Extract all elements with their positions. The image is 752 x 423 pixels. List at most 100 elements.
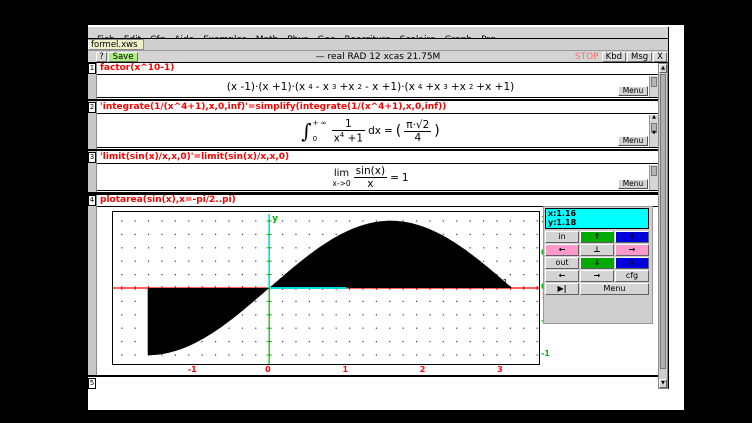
plot-canvas[interactable]: y1 (112, 211, 540, 365)
stop-button[interactable]: STOP (573, 52, 601, 62)
plot-button-out[interactable]: out (545, 257, 579, 269)
grid-dot (282, 261, 283, 262)
grid-dot (496, 301, 497, 302)
plot-button-cfg[interactable]: cfg (615, 270, 649, 282)
grid-dot (443, 220, 444, 221)
plot-button-left[interactable]: ← (545, 270, 579, 282)
grid-dot (496, 247, 497, 248)
entry-number-3[interactable]: 3 (88, 152, 96, 163)
grid-dot (429, 314, 430, 315)
close-session-button[interactable]: X (653, 52, 667, 62)
grid-dot (135, 314, 136, 315)
grid-dot (175, 261, 176, 262)
answer-scrollbar-1[interactable] (649, 76, 658, 97)
grid-dot (242, 234, 243, 235)
answer-scrollbar-2[interactable]: ▲▼ (649, 115, 658, 147)
grid-dot (135, 301, 136, 302)
answer-menu-button-3[interactable]: Menu (618, 179, 648, 189)
entry-number-2[interactable]: 2 (88, 102, 96, 113)
grid-dot (456, 341, 457, 342)
grid-dot (429, 341, 430, 342)
grid-dot (523, 220, 524, 221)
grid-dot (309, 314, 310, 315)
plot-button-menu[interactable]: Menu (580, 283, 649, 295)
kbd-button[interactable]: Kbd (602, 52, 626, 62)
level-separator[interactable] (88, 149, 658, 151)
grid-dot (376, 341, 377, 342)
plot-button-left[interactable]: ← (545, 244, 579, 256)
entry-number-4[interactable]: 4 (88, 195, 96, 206)
grid-dot (389, 354, 390, 355)
grid-dot (376, 301, 377, 302)
grid-dot (537, 261, 538, 262)
grid-dot (282, 220, 283, 221)
command-input-2[interactable]: 'integrate(1/(x^4+1),x,0,inf)'=simplify(… (97, 102, 658, 114)
grid-dot (483, 354, 484, 355)
grid-dot (121, 234, 122, 235)
grid-dot (429, 354, 430, 355)
grid-dot (242, 314, 243, 315)
grid-dot (295, 220, 296, 221)
grid-dot (255, 354, 256, 355)
plot-button-down[interactable]: ↓ (615, 257, 649, 269)
grid-dot (523, 261, 524, 262)
scroll-up-icon[interactable]: ▲ (659, 64, 667, 73)
entry-number-5[interactable]: 5 (88, 378, 96, 389)
tab-formel-xws[interactable]: formel.xws (88, 39, 144, 50)
dx-symbol: dx (368, 125, 381, 137)
command-input-3[interactable]: 'limit(sin(x)/x,x,0)'=limit(sin(x)/x,x,0… (97, 152, 658, 164)
grid-dot (389, 328, 390, 329)
grid-dot (202, 354, 203, 355)
entry-number-1[interactable]: 1 (88, 63, 96, 74)
level-separator[interactable] (88, 375, 668, 377)
session-scrollbar[interactable]: ▲ ▼ (658, 63, 668, 389)
grid-dot (188, 261, 189, 262)
screen: { "menubar": {"items": ["Fich","Edit","C… (0, 0, 752, 423)
grid-dot (242, 354, 243, 355)
grid-dot (470, 247, 471, 248)
grid-dot (295, 328, 296, 329)
grid-dot (295, 301, 296, 302)
cursor-y-value: y:1.18 (548, 218, 648, 227)
plot-button-next[interactable]: ▶| (545, 283, 579, 295)
plot-button-right[interactable]: → (615, 244, 649, 256)
grid-dot (336, 341, 337, 342)
integral-result-expression: ∫ + ∞ 0 1 x4 +1 dx = ( π·√2 4 ) (97, 115, 644, 147)
scrollbar-thumb[interactable] (660, 74, 666, 369)
grid-dot (322, 301, 323, 302)
answer-scrollbar-3[interactable] (649, 165, 658, 190)
grid-dot (537, 328, 538, 329)
grid-dot (282, 341, 283, 342)
panel-row: out↓↓ (545, 257, 649, 269)
grid-dot (362, 354, 363, 355)
grid-dot (510, 341, 511, 342)
grid-dot (456, 301, 457, 302)
grid-dot (389, 314, 390, 315)
grid-dot (188, 234, 189, 235)
menu-bar: FichEditCfgAideExemplesMathPhysGeoReecri… (88, 27, 668, 39)
scroll-down-icon[interactable]: ▼ (659, 379, 667, 388)
grid-dot (135, 274, 136, 275)
grid-dot (215, 261, 216, 262)
answer-menu-button-2[interactable]: Menu (618, 136, 648, 146)
x-tick-label: 2 (420, 365, 426, 374)
answer-menu-button-1[interactable]: Menu (618, 86, 648, 96)
plot-button-up[interactable]: ↑ (580, 231, 614, 243)
plot-button-up[interactable]: ↑ (615, 231, 649, 243)
grid-dot (523, 314, 524, 315)
grid-dot (416, 314, 417, 315)
level-separator[interactable] (88, 99, 658, 101)
grid-dot (228, 234, 229, 235)
plot-button-down[interactable]: ↓ (580, 257, 614, 269)
grid-dot (228, 341, 229, 342)
grid-dot (309, 328, 310, 329)
grid-dot (523, 247, 524, 248)
msg-button[interactable]: Msg (627, 52, 652, 62)
grid-dot (510, 247, 511, 248)
grid-dot (135, 261, 136, 262)
plot-button-in[interactable]: in (545, 231, 579, 243)
plot-button-right[interactable]: → (580, 270, 614, 282)
command-input-1[interactable]: factor(x^10-1) (97, 63, 658, 75)
grid-dot (510, 314, 511, 315)
plot-button-axes[interactable]: ⊥ (580, 244, 614, 256)
